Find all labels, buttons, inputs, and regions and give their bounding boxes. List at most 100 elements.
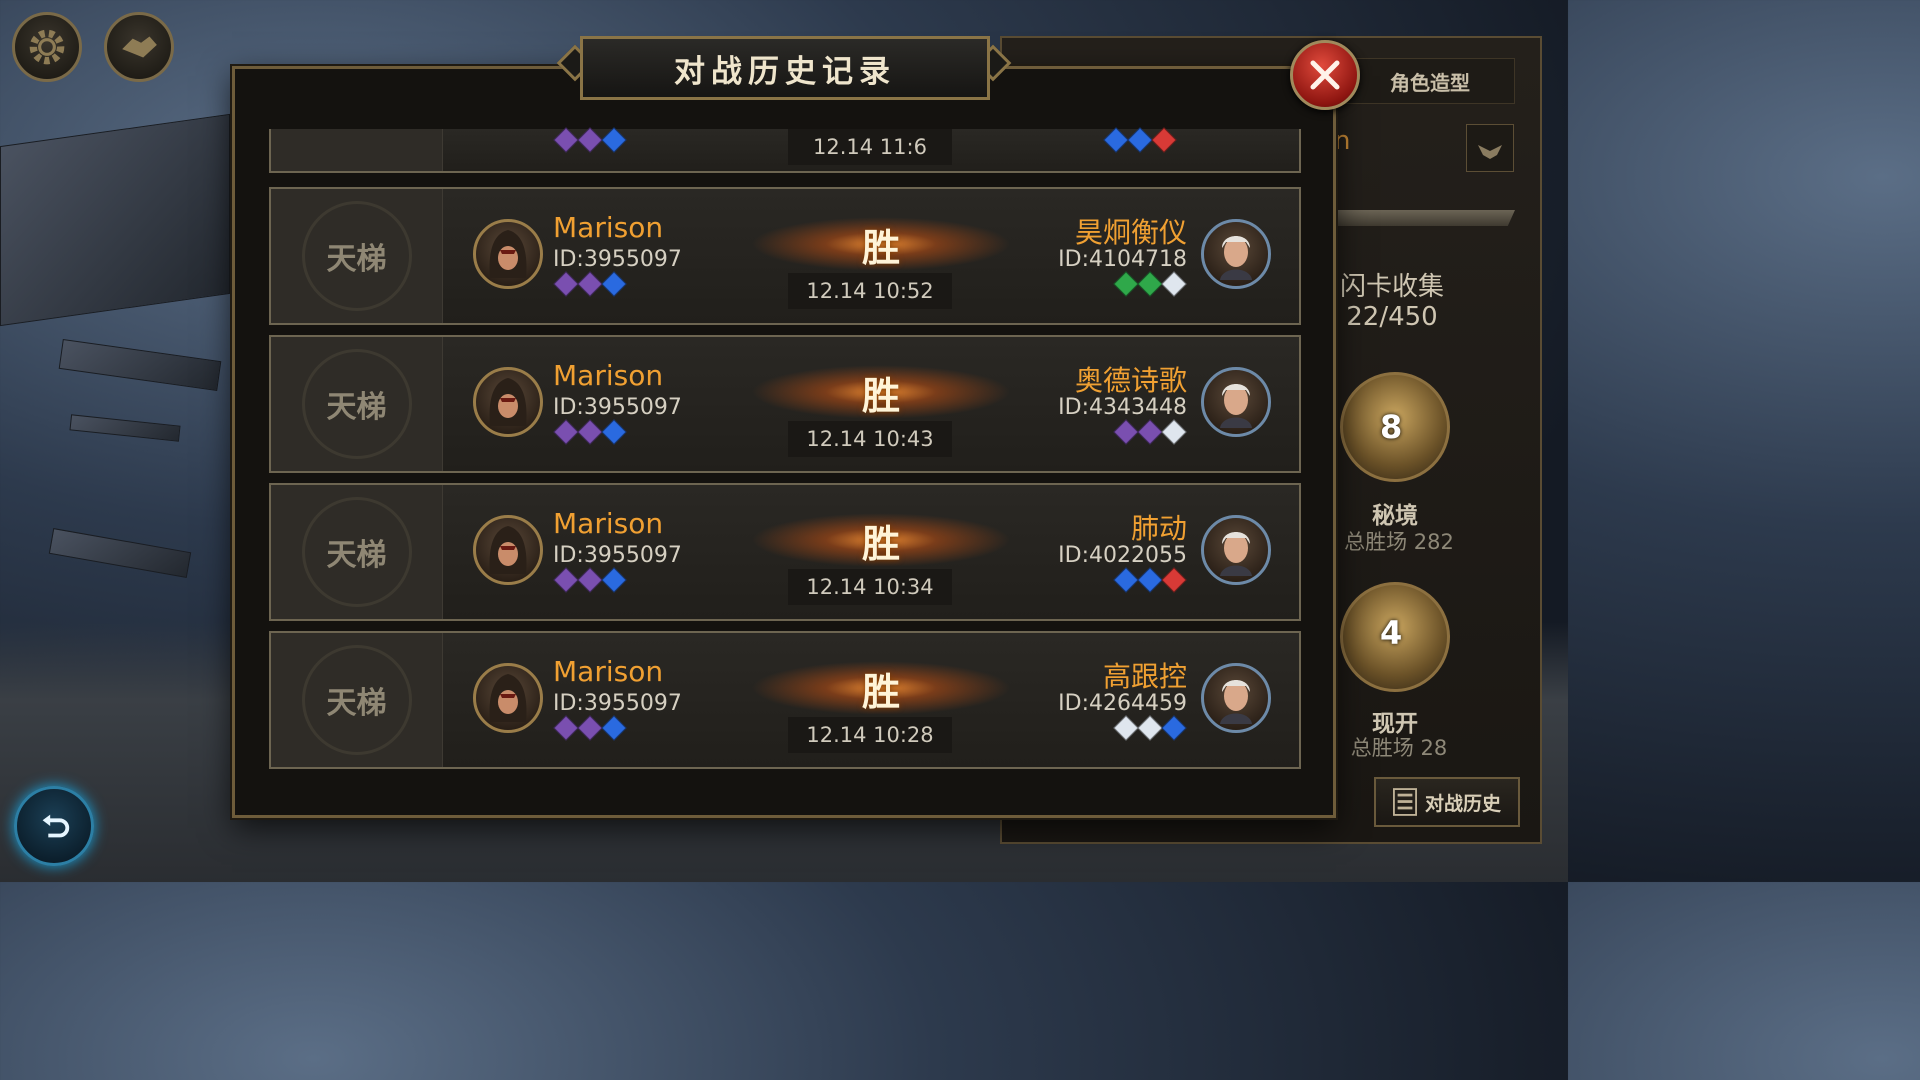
opponent-name: 奥德诗歌 [1074,364,1187,397]
settings-button[interactable] [12,12,82,82]
gem-icon [553,271,579,297]
player-avatar[interactable] [473,663,543,733]
player-name: Marison [553,211,664,244]
back-button[interactable] [14,786,94,866]
record-row[interactable]: 天梯 Marison ID:3955097 胜 12.14 10:34 肺动 I… [269,483,1301,621]
gem-icon [577,127,603,153]
gem-icon [577,271,603,297]
battle-history-modal: 12.14 11:6 天梯 Marison ID:3955097 胜 12.14… [232,66,1336,818]
opponent-avatar[interactable] [1201,219,1271,289]
opponent-gems [1113,567,1187,593]
handshake-icon [122,36,157,58]
player-gems [553,127,627,153]
background-rock [0,113,230,327]
record-row[interactable]: 天梯 Marison ID:3955097 胜 12.14 10:28 高跟控 … [269,631,1301,769]
record-row[interactable]: 天梯 Marison ID:3955097 胜 12.14 10:43 奥德诗歌… [269,335,1301,473]
social-button[interactable] [104,12,174,82]
gem-icon [1113,419,1139,445]
player-id: ID:3955097 [553,543,682,568]
realm-rank-number: 4 [1380,614,1403,652]
player-avatar[interactable] [473,367,543,437]
card-collection-value: 22/450 [1346,302,1438,332]
record-mode [271,129,443,171]
result-win-label: 胜 [751,513,1011,567]
player-gems [553,715,627,741]
opponent-gems [1113,715,1187,741]
gem-icon [1161,567,1187,593]
record-list[interactable]: 12.14 11:6 天梯 Marison ID:3955097 胜 12.14… [263,127,1311,791]
gem-icon [577,419,603,445]
gem-icon [1113,567,1139,593]
player-gems [553,419,627,445]
list-icon [1392,788,1417,816]
opponent-avatar[interactable] [1201,663,1271,733]
record-time: 12.14 10:28 [788,717,952,753]
player-name: Marison [553,655,664,688]
gear-icon [29,29,65,65]
player-avatar[interactable] [473,515,543,585]
record-time: 12.14 10:34 [788,569,952,605]
hooded-avatar-icon [489,526,527,574]
side-toggle-button[interactable] [1466,124,1514,172]
character-avatar-icon [1220,236,1252,280]
opponent-avatar[interactable] [1201,367,1271,437]
result-win-label: 胜 [751,365,1011,419]
background-rock [69,414,181,442]
record-mode: 天梯 [271,189,443,323]
battle-history-button[interactable]: 对战历史 [1374,777,1520,827]
opponent-id: ID:4264459 [1058,691,1187,716]
opponent-avatar[interactable] [1201,515,1271,585]
player-id: ID:3955097 [553,691,682,716]
opponent-gems [1103,127,1177,153]
close-button[interactable] [1290,40,1360,110]
secret-label: 秘境 [1372,503,1418,529]
opponent-id: ID:4104718 [1058,247,1187,272]
record-time: 12.14 10:52 [788,273,952,309]
player-name: Marison [553,359,664,392]
realm-wins: 总胜场 28 [1350,736,1448,760]
player-id: ID:3955097 [553,395,682,420]
hooded-avatar-icon [489,230,527,278]
character-avatar-icon [1220,680,1252,724]
record-mode-label: 天梯 [326,538,387,573]
gem-icon [1151,127,1177,153]
record-mode: 天梯 [271,485,443,619]
card-collection-label: 闪卡收集 [1339,272,1444,302]
gem-icon [553,419,579,445]
player-gems [553,567,627,593]
gem-icon [1161,419,1187,445]
opponent-id: ID:4343448 [1058,395,1187,420]
gem-icon [577,715,603,741]
gem-icon [601,419,627,445]
gem-icon [1161,715,1187,741]
player-name: Marison [553,507,664,540]
gem-icon [1113,271,1139,297]
gem-icon [553,127,579,153]
record-row-partial[interactable]: 12.14 11:6 [269,127,1301,173]
record-mode-label: 天梯 [326,242,387,277]
record-mode-label: 天梯 [326,686,387,721]
opponent-name: 肺动 [1130,512,1187,545]
gem-icon [1127,127,1153,153]
hooded-avatar-icon [489,378,527,426]
character-avatar-icon [1220,532,1252,576]
record-mode-label: 天梯 [326,390,387,425]
gem-icon [1137,567,1163,593]
opponent-name: 高跟控 [1102,660,1187,693]
modal-title: 对战历史记录 [580,36,990,100]
gem-icon [601,715,627,741]
opponent-id: ID:4022055 [1058,543,1187,568]
secret-rank-number: 8 [1380,408,1403,446]
close-x-icon [1310,60,1340,90]
result-win-label: 胜 [751,661,1011,715]
result-win-label: 胜 [751,217,1011,271]
gem-icon [1161,271,1187,297]
player-avatar[interactable] [473,219,543,289]
player-gems [553,271,627,297]
background-rock [48,528,192,578]
gem-icon [1137,419,1163,445]
gem-icon [1103,127,1129,153]
side-divider [1335,210,1515,226]
record-row[interactable]: 天梯 Marison ID:3955097 胜 12.14 10:52 昊炯衡仪… [269,187,1301,325]
gem-icon [553,567,579,593]
